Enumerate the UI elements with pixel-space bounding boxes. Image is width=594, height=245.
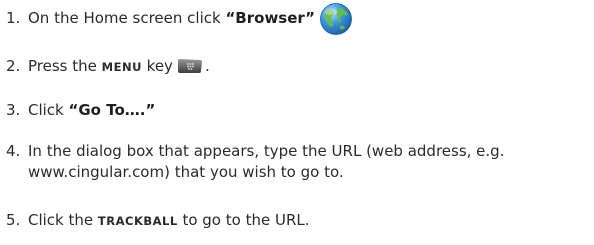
step-5: 5. Click the TRACKBALL to go to the URL. [6,210,586,232]
step-3: 3. Click “Go To….” [6,100,586,121]
menu-key-label: MENU [101,60,142,74]
step-number: 4. [6,142,21,160]
browser-globe-icon [320,3,352,35]
step-text: Click the [28,211,98,229]
step-text: On the Home screen click [28,9,226,27]
go-to-label: “Go To….” [68,101,156,119]
step-4: 4. In the dialog box that appears, type t… [6,141,586,183]
step-1: 1. On the Home screen click “Browser” [6,8,586,29]
step-number: 3. [6,101,21,119]
step-number: 1. [6,9,21,27]
step-number: 5. [6,211,21,229]
step-text: Press the [28,57,102,75]
trackball-key-label: TRACKBALL [97,214,178,228]
step-text-line1: In the dialog box that appears, type the… [28,142,505,160]
step-text-after: key [141,57,173,75]
step-trailing-period: . [204,57,210,75]
browser-label: “Browser” [225,9,315,27]
step-2: 2. Press the MENU key . [6,56,586,78]
step-text-after: to go to the URL. [177,211,310,229]
step-text: Click [28,101,69,119]
menu-key-icon [177,58,202,73]
step-text-line2: www.cingular.com) that you wish to go to… [28,163,344,181]
step-number: 2. [6,57,21,75]
